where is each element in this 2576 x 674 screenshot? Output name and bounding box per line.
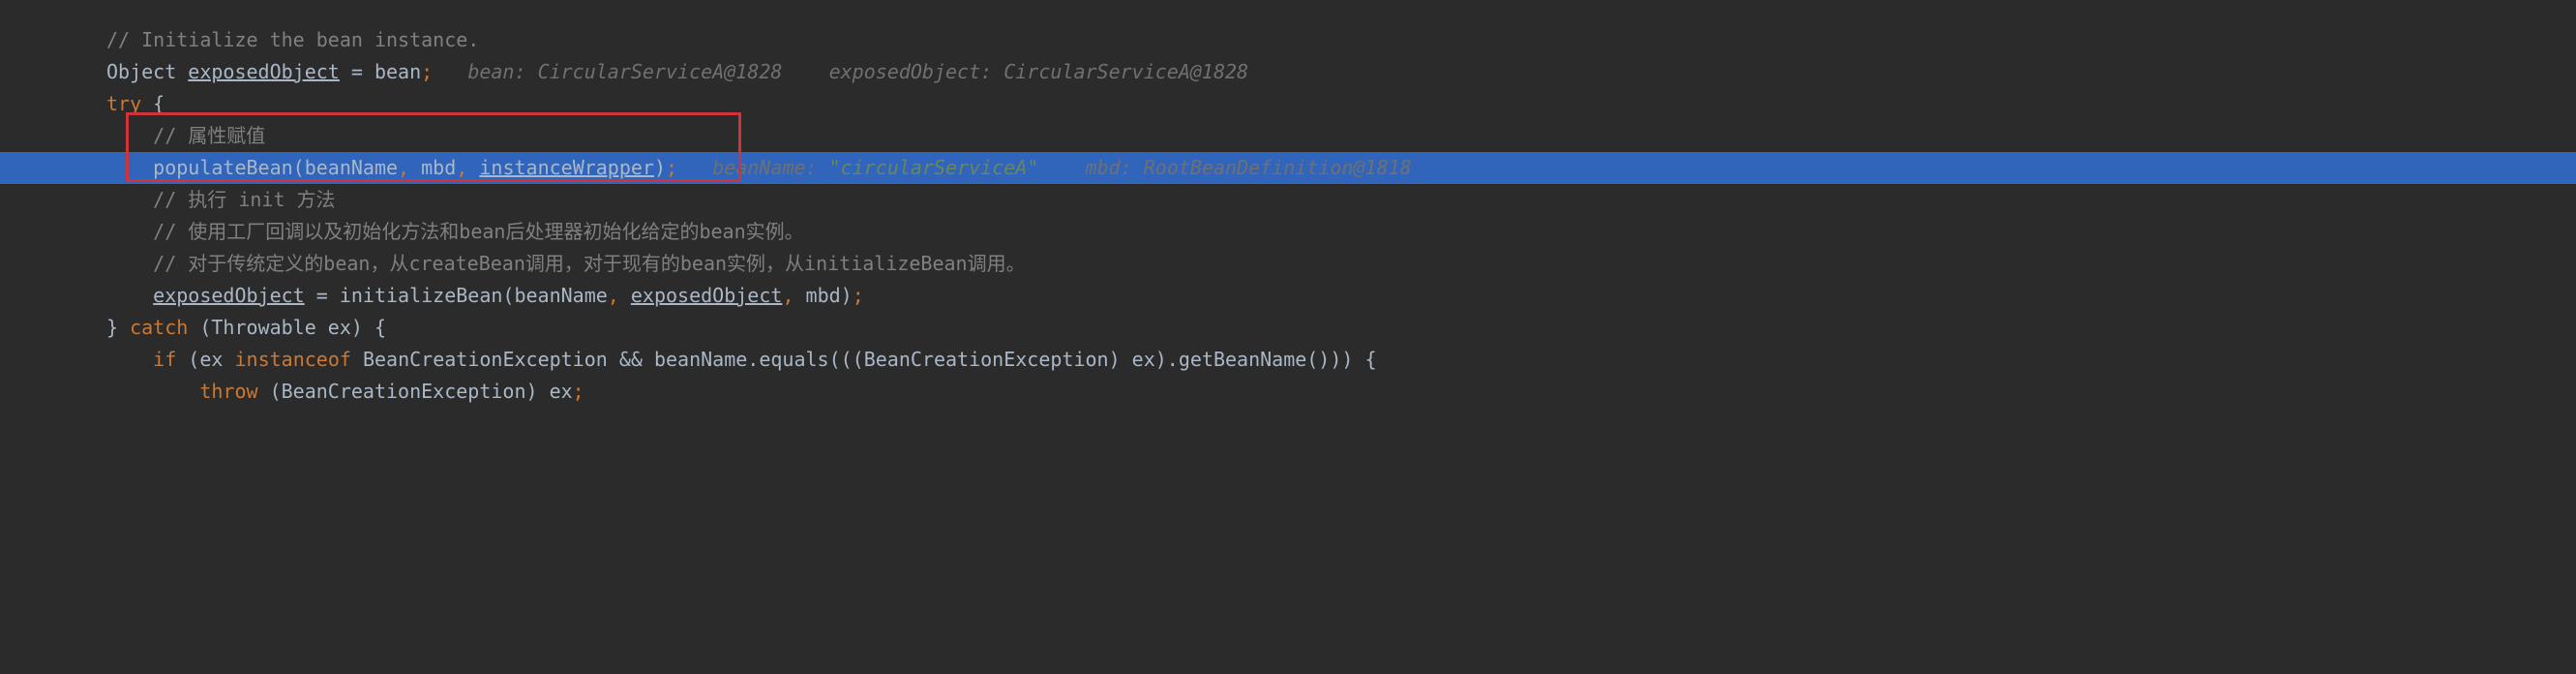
variable-text: exposedObject xyxy=(188,60,340,83)
code-text: (ex xyxy=(176,348,234,371)
code-line[interactable]: } catch (Throwable ex) { xyxy=(0,312,2576,344)
comment-text: // Initialize the bean instance. xyxy=(106,28,479,51)
debug-hint: beanName: xyxy=(712,156,828,179)
comment-text: // 使用工厂回调以及初始化方法和bean后处理器初始化给定的bean实例。 xyxy=(106,220,804,243)
paren-text: ) xyxy=(654,156,666,179)
code-text: = bean xyxy=(340,60,421,83)
code-line[interactable]: // 执行 init 方法 xyxy=(0,184,2576,216)
indent-text xyxy=(106,284,153,307)
indent-text xyxy=(106,348,153,371)
code-line[interactable]: // 使用工厂回调以及初始化方法和bean后处理器初始化给定的bean实例。 xyxy=(0,216,2576,248)
method-text: populateBean(beanName xyxy=(153,156,398,179)
code-line[interactable]: // 对于传统定义的bean，从createBean调用，对于现有的bean实例… xyxy=(0,248,2576,280)
debug-hint-value: RootBeanDefinition@1818 xyxy=(1144,156,1412,179)
debug-hint-value: CircularServiceA@1828 xyxy=(538,60,783,83)
debug-hint: bean: xyxy=(467,60,537,83)
code-text: BeanCreationException && beanName.equals… xyxy=(351,348,1377,371)
indent-text xyxy=(106,380,199,403)
arg-text: mbd) xyxy=(806,284,853,307)
code-text: (Throwable ex) { xyxy=(188,316,386,339)
punct-text: , xyxy=(456,156,479,179)
code-line-current[interactable]: populateBean(beanName, mbd, instanceWrap… xyxy=(0,152,2576,184)
arg-text: instanceWrapper xyxy=(479,156,654,179)
debug-hint-value: CircularServiceA@1828 xyxy=(1003,60,1248,83)
code-line[interactable]: Object exposedObject = bean; bean: Circu… xyxy=(0,56,2576,88)
punct-text: ; xyxy=(421,60,467,83)
debug-hint: exposedObject: xyxy=(782,60,1003,83)
code-text: = initializeBean(beanName xyxy=(305,284,608,307)
punct-text: ; xyxy=(573,380,584,403)
code-line[interactable]: throw (BeanCreationException) ex; xyxy=(0,376,2576,408)
code-text: } xyxy=(106,316,130,339)
keyword-text: throw xyxy=(199,380,257,403)
comment-text: // 属性赋值 xyxy=(106,124,265,147)
punct-text: ; xyxy=(666,156,712,179)
code-line[interactable]: exposedObject = initializeBean(beanName,… xyxy=(0,280,2576,312)
type-text: Object xyxy=(106,60,188,83)
code-text: (BeanCreationException) ex xyxy=(258,380,573,403)
code-editor: // Initialize the bean instance. Object … xyxy=(0,0,2576,408)
punct-text: , xyxy=(782,284,805,307)
punct-text: , xyxy=(608,284,631,307)
code-line[interactable]: try { xyxy=(0,88,2576,120)
keyword-text: try xyxy=(106,92,141,115)
arg-text: mbd xyxy=(421,156,456,179)
code-text: { xyxy=(141,92,165,115)
variable-text: exposedObject xyxy=(153,284,305,307)
arg-text: exposedObject xyxy=(631,284,783,307)
debug-hint: mbd: xyxy=(1038,156,1143,179)
indent-text xyxy=(106,156,153,179)
code-line[interactable]: // 属性赋值 xyxy=(0,120,2576,152)
code-line[interactable]: // Initialize the bean instance. xyxy=(0,24,2576,56)
debug-hint-string: "circularServiceA" xyxy=(829,156,1039,179)
keyword-text: catch xyxy=(130,316,188,339)
keyword-text: if xyxy=(153,348,176,371)
punct-text: ; xyxy=(853,284,864,307)
keyword-text: instanceof xyxy=(234,348,350,371)
punct-text: , xyxy=(398,156,421,179)
comment-text: // 执行 init 方法 xyxy=(106,188,336,211)
comment-text: // 对于传统定义的bean，从createBean调用，对于现有的bean实例… xyxy=(106,252,1026,275)
code-line[interactable]: if (ex instanceof BeanCreationException … xyxy=(0,344,2576,376)
